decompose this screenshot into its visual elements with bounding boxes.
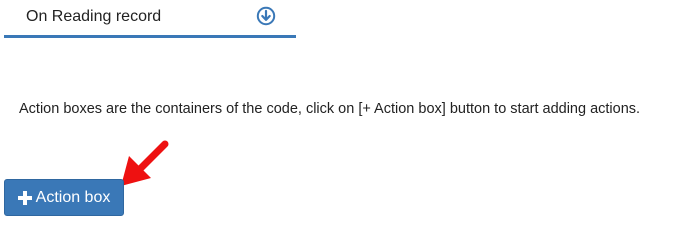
- plus-icon: [17, 190, 32, 205]
- event-selector[interactable]: On Reading record: [4, 0, 296, 38]
- red-arrow-pointer-icon: [121, 140, 169, 186]
- circle-arrow-down-icon[interactable]: [256, 6, 276, 26]
- event-selector-label: On Reading record: [26, 8, 162, 25]
- info-text: Action boxes are the containers of the c…: [19, 101, 641, 117]
- add-action-box-button[interactable]: Action box: [4, 179, 124, 216]
- page: On Reading record Action boxes are the c…: [0, 0, 694, 223]
- add-action-box-label: Action box: [35, 188, 111, 206]
